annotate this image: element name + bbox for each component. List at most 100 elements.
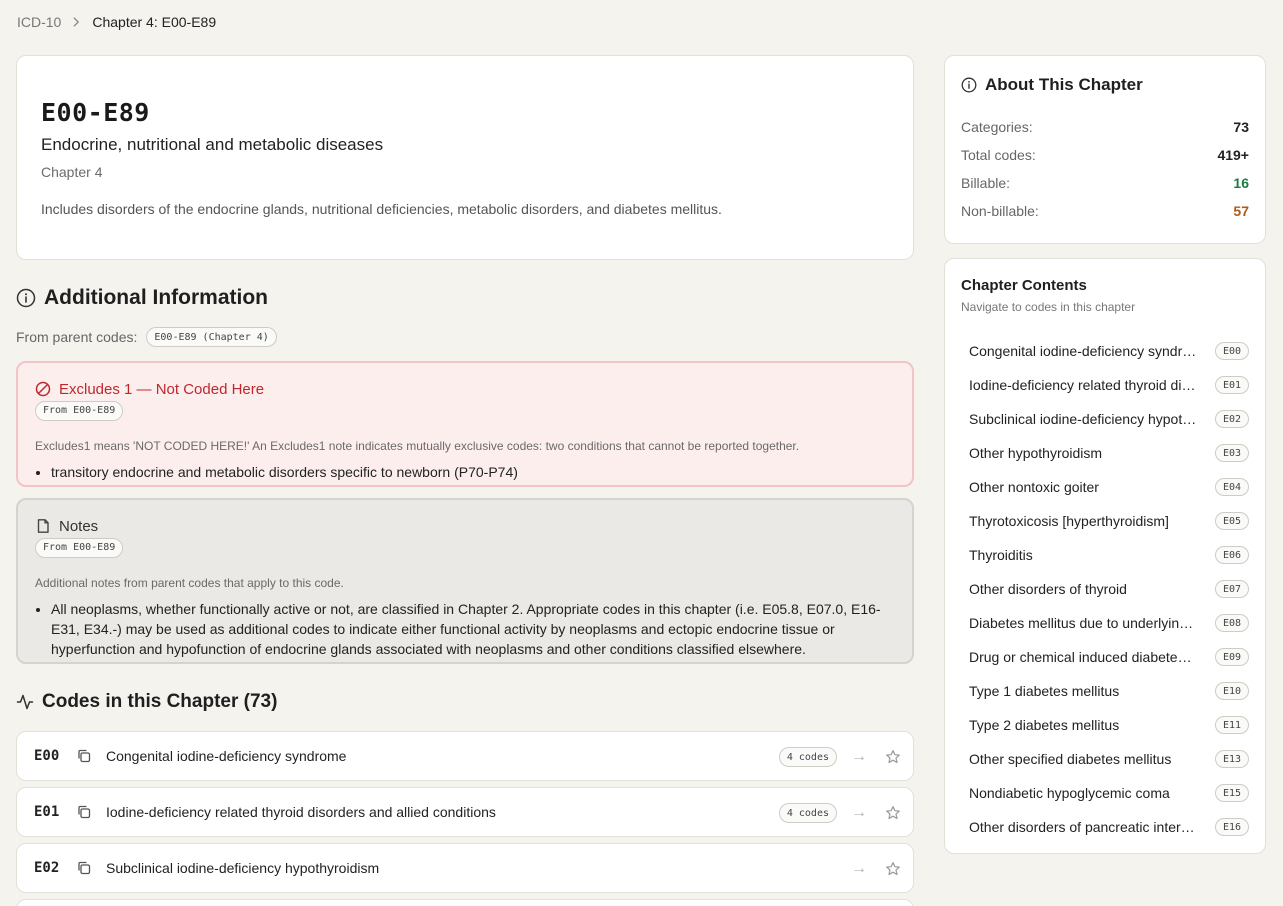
- arrow-right-icon[interactable]: →: [851, 860, 867, 878]
- from-parent-label: From parent codes:: [16, 329, 138, 345]
- contents-item-code: E16: [1214, 818, 1249, 836]
- code-row[interactable]: E00 Congenital iodine-deficiency syndrom…: [16, 731, 914, 781]
- code-name: Iodine-deficiency related thyroid disord…: [106, 804, 496, 820]
- copy-icon[interactable]: [76, 804, 92, 820]
- code-id: E01: [34, 804, 60, 820]
- code-row[interactable]: [16, 899, 914, 906]
- breadcrumb: ICD-10 Chapter 4: E00-E89: [17, 12, 216, 32]
- code-count-badge: 4 codes: [778, 747, 837, 767]
- stat-label: Non-billable:: [961, 203, 1039, 219]
- about-chapter-card: About This Chapter Categories: 73 Total …: [944, 55, 1266, 244]
- contents-item-code: E02: [1214, 410, 1249, 428]
- contents-item[interactable]: Thyroiditis E06: [961, 538, 1249, 572]
- file-icon: [37, 519, 49, 533]
- chevron-right-icon: [73, 17, 80, 27]
- notes-item: All neoplasms, whether functionally acti…: [51, 599, 895, 659]
- contents-item-name: Nondiabetic hypoglycemic coma: [969, 785, 1170, 801]
- notes-source-badge: From E00-E89: [35, 537, 124, 558]
- from-parent-codes: From parent codes: E00-E89 (Chapter 4): [16, 327, 914, 347]
- stat-categories: Categories: 73: [961, 113, 1249, 141]
- contents-item[interactable]: Other hypothyroidism E03: [961, 436, 1249, 470]
- stat-non-billable: Non-billable: 57: [961, 197, 1249, 225]
- contents-item-name: Drug or chemical induced diabetes mellit…: [969, 649, 1197, 665]
- contents-item[interactable]: Other disorders of pancreatic internal s…: [961, 810, 1249, 844]
- main-column: E00-E89 Endocrine, nutritional and metab…: [16, 55, 914, 906]
- excludes1-title: Excludes 1 — Not Coded Here: [59, 380, 265, 398]
- contents-item-code: E04: [1214, 478, 1249, 496]
- excludes1-source-badge: From E00-E89: [35, 400, 124, 421]
- notes-explanation: Additional notes from parent codes that …: [35, 575, 344, 590]
- contents-item[interactable]: Type 2 diabetes mellitus E11: [961, 708, 1249, 742]
- excludes1-list: transitory endocrine and metabolic disor…: [35, 462, 895, 482]
- stat-label: Billable:: [961, 175, 1011, 191]
- contents-item[interactable]: Subclinical iodine-deficiency hypothyroi…: [961, 402, 1249, 436]
- stats-list: Categories: 73 Total codes: 419+ Billabl…: [961, 113, 1249, 225]
- contents-item-code: E03: [1214, 444, 1249, 462]
- contents-item[interactable]: Type 1 diabetes mellitus E10: [961, 674, 1249, 708]
- contents-item-name: Iodine-deficiency related thyroid disord…: [969, 377, 1197, 393]
- contents-item-code: E05: [1214, 512, 1249, 530]
- arrow-right-icon[interactable]: →: [851, 804, 867, 822]
- contents-item-name: Diabetes mellitus due to underlying cond…: [969, 615, 1197, 631]
- code-id: E02: [34, 860, 60, 876]
- contents-item-code: E09: [1214, 648, 1249, 666]
- contents-item-code: E13: [1214, 750, 1249, 768]
- star-icon[interactable]: [885, 749, 901, 765]
- contents-item[interactable]: Other nontoxic goiter E04: [961, 470, 1249, 504]
- contents-item-name: Thyrotoxicosis [hyperthyroidism]: [969, 513, 1169, 529]
- contents-item[interactable]: Other disorders of thyroid E07: [961, 572, 1249, 606]
- code-row[interactable]: E02 Subclinical iodine-deficiency hypoth…: [16, 843, 914, 893]
- copy-icon[interactable]: [76, 860, 92, 876]
- parent-code-pill[interactable]: E00-E89 (Chapter 4): [146, 327, 277, 347]
- contents-item-code: E00: [1214, 342, 1249, 360]
- stat-billable: Billable: 16: [961, 169, 1249, 197]
- stat-value: 57: [1233, 203, 1249, 219]
- codes-heading: Codes in this Chapter (73): [16, 690, 914, 714]
- contents-title: Chapter Contents: [961, 277, 1087, 294]
- arrow-right-icon[interactable]: →: [851, 748, 867, 766]
- contents-item-name: Subclinical iodine-deficiency hypothyroi…: [969, 411, 1197, 427]
- contents-item-name: Other hypothyroidism: [969, 445, 1103, 461]
- stat-total-codes: Total codes: 419+: [961, 141, 1249, 169]
- contents-item[interactable]: Congenital iodine-deficiency syndrome E00: [961, 334, 1249, 368]
- stat-value: 16: [1233, 175, 1249, 191]
- chapter-title: Endocrine, nutritional and metabolic dis…: [41, 135, 384, 154]
- contents-item-name: Other nontoxic goiter: [969, 479, 1099, 495]
- notes-title: Notes: [59, 517, 99, 535]
- contents-subtitle: Navigate to codes in this chapter: [961, 300, 1136, 314]
- code-count-badge: 4 codes: [778, 803, 837, 823]
- contents-item-code: E06: [1214, 546, 1249, 564]
- star-icon[interactable]: [885, 805, 901, 821]
- contents-item-name: Other specified diabetes mellitus: [969, 751, 1172, 767]
- chapter-number: Chapter 4: [41, 164, 103, 180]
- sidebar: About This Chapter Categories: 73 Total …: [944, 55, 1266, 854]
- contents-item[interactable]: Iodine-deficiency related thyroid disord…: [961, 368, 1249, 402]
- contents-item-name: Type 2 diabetes mellitus: [969, 717, 1120, 733]
- about-title: About This Chapter: [985, 75, 1143, 94]
- copy-icon[interactable]: [76, 748, 92, 764]
- stat-value: 73: [1233, 119, 1249, 135]
- notes-box: Notes From E00-E89 Additional notes from…: [16, 498, 914, 664]
- contents-item[interactable]: Diabetes mellitus due to underlying cond…: [961, 606, 1249, 640]
- codes-title: Codes in this Chapter (73): [42, 691, 278, 712]
- contents-item-code: E01: [1214, 376, 1249, 394]
- code-row[interactable]: E01 Iodine-deficiency related thyroid di…: [16, 787, 914, 837]
- info-icon: [16, 288, 36, 308]
- star-icon[interactable]: [885, 861, 901, 877]
- chapter-description: Includes disorders of the endocrine glan…: [41, 201, 722, 217]
- contents-item-code: E10: [1214, 682, 1249, 700]
- contents-item-name: Congenital iodine-deficiency syndrome: [969, 343, 1197, 359]
- contents-item-name: Type 1 diabetes mellitus: [969, 683, 1120, 699]
- notes-list: All neoplasms, whether functionally acti…: [35, 599, 895, 659]
- contents-item-name: Other disorders of pancreatic internal s…: [969, 819, 1197, 835]
- contents-item[interactable]: Thyrotoxicosis [hyperthyroidism] E05: [961, 504, 1249, 538]
- ban-icon: [35, 381, 51, 397]
- contents-item[interactable]: Nondiabetic hypoglycemic coma E15: [961, 776, 1249, 810]
- contents-item-code: E11: [1214, 716, 1249, 734]
- excludes1-explanation: Excludes1 means 'NOT CODED HERE!' An Exc…: [35, 438, 800, 453]
- stat-value: 419+: [1217, 147, 1249, 163]
- contents-item[interactable]: Other specified diabetes mellitus E13: [961, 742, 1249, 776]
- breadcrumb-current: Chapter 4: E00-E89: [92, 14, 217, 30]
- contents-item[interactable]: Drug or chemical induced diabetes mellit…: [961, 640, 1249, 674]
- breadcrumb-root-link[interactable]: ICD-10: [17, 14, 61, 30]
